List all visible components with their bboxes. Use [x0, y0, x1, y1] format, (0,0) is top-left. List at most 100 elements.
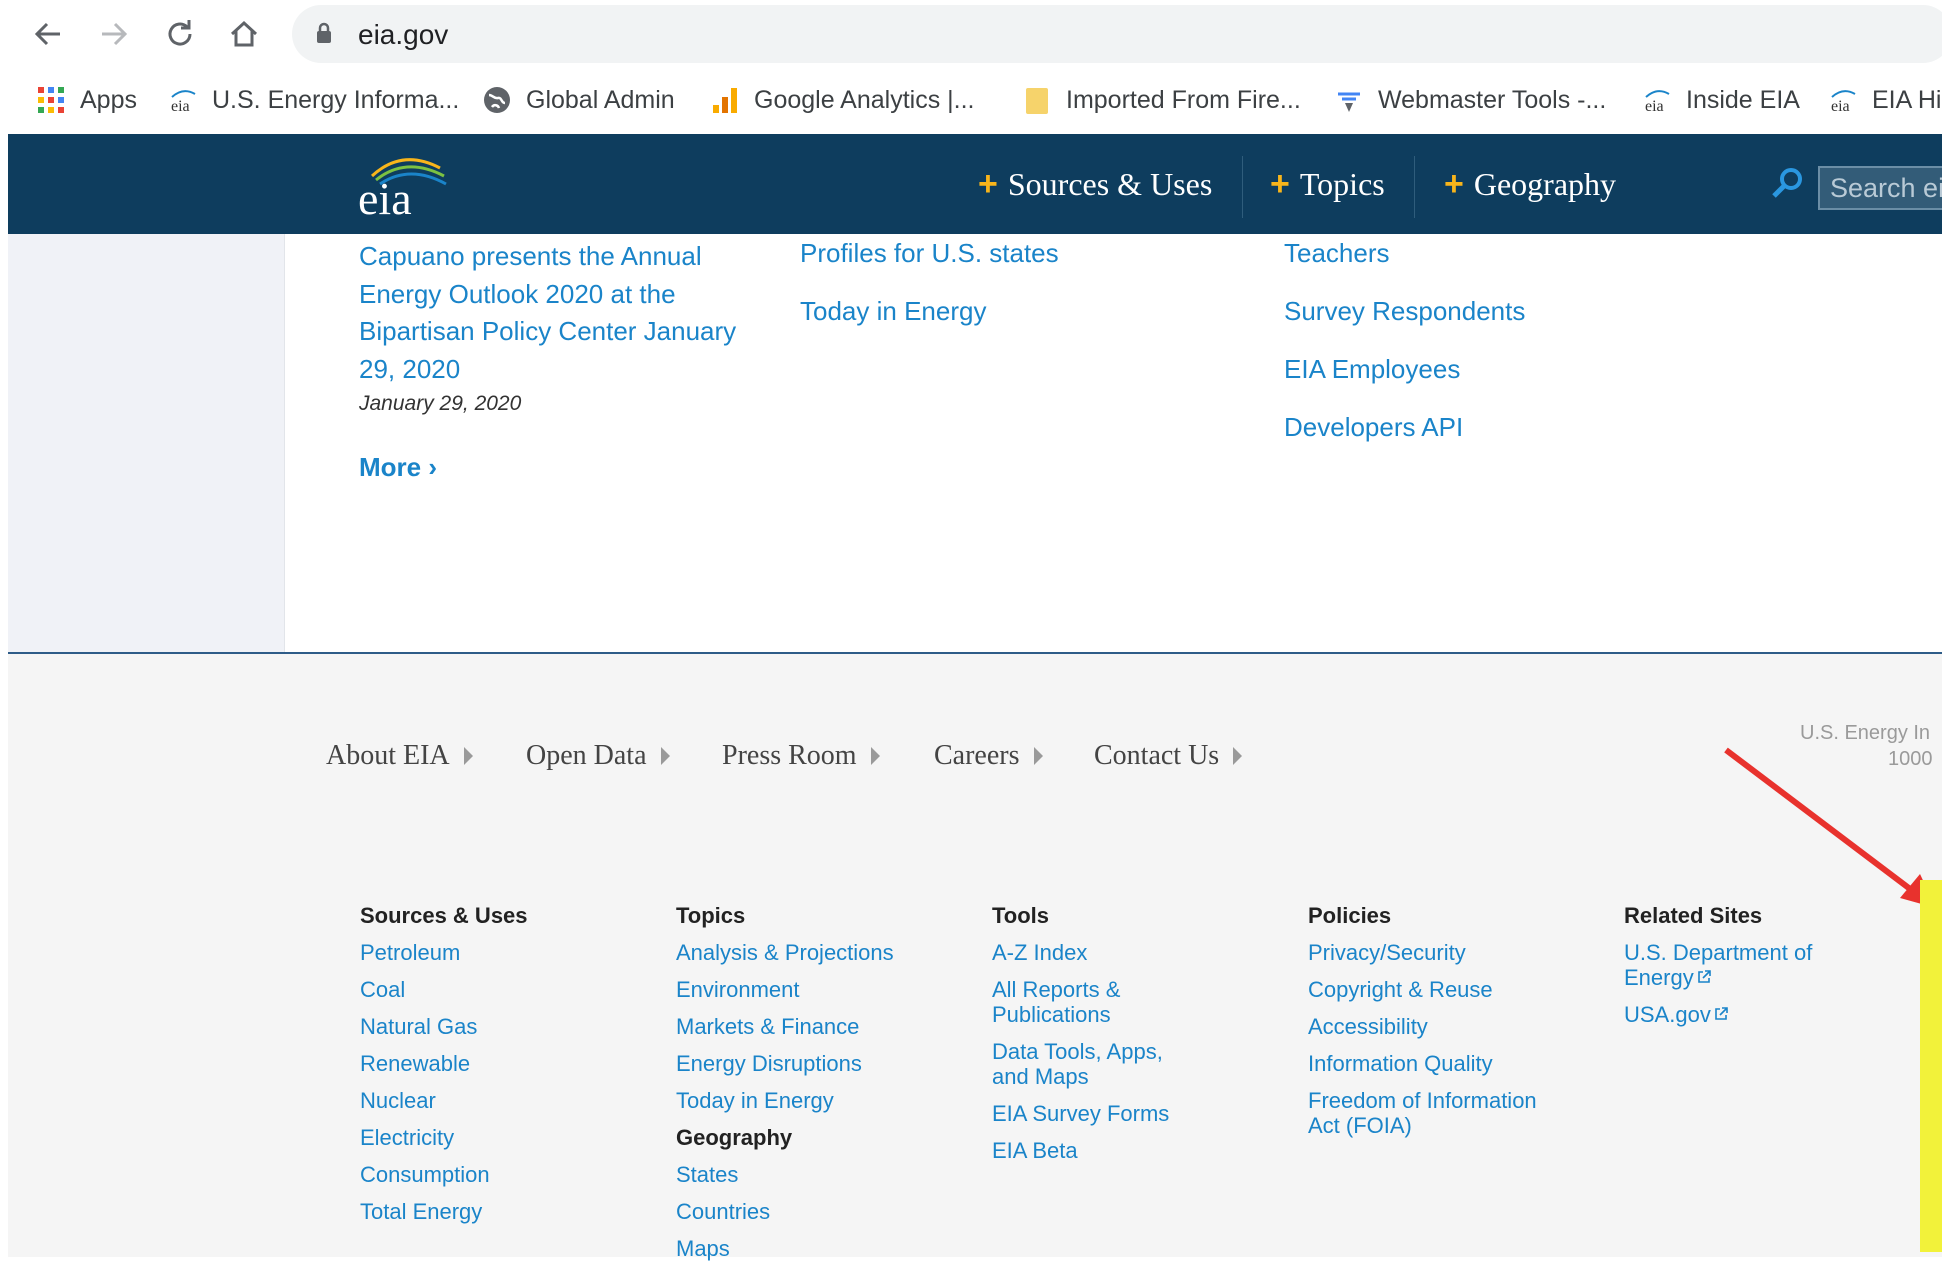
left-sidebar-panel: [8, 234, 285, 652]
eia-logo[interactable]: eia: [354, 146, 454, 222]
nav-label: Sources & Uses: [1007, 165, 1213, 202]
more-link[interactable]: More ›: [359, 452, 437, 483]
footer-link-states[interactable]: States: [676, 1162, 738, 1187]
footer-link-survey-forms[interactable]: EIA Survey Forms: [992, 1101, 1169, 1126]
footer-nav-open-data[interactable]: Open Data: [526, 740, 670, 772]
footer-link-consumption[interactable]: Consumption: [360, 1162, 490, 1187]
search-icon[interactable]: [1770, 166, 1804, 200]
bookmark-label: Apps: [80, 85, 137, 114]
footer-nav-label: Press Room: [722, 740, 857, 771]
footer-link-all-reports[interactable]: All Reports & Publications: [992, 977, 1162, 1027]
bookmark-label: Imported From Fire...: [1066, 85, 1301, 114]
plus-icon: +: [1270, 164, 1290, 203]
footer-link-electricity[interactable]: Electricity: [360, 1125, 454, 1150]
bookmark-label: U.S. Energy Informa...: [212, 85, 460, 114]
footer-link-coal[interactable]: Coal: [360, 977, 405, 1002]
url-text[interactable]: eia.gov: [358, 19, 448, 51]
nav-topics[interactable]: + Topics: [1270, 134, 1385, 234]
bookmarks-bar: Apps eia U.S. Energy Informa... Global A…: [0, 68, 1942, 132]
footer-link-privacy[interactable]: Privacy/Security: [1308, 940, 1466, 965]
home-button[interactable]: [222, 12, 266, 56]
footer-nav-press-room[interactable]: Press Room: [722, 740, 880, 772]
bookmark-google-analytics[interactable]: Google Analytics |...: [710, 82, 975, 118]
footer-link-label: USA.gov: [1624, 1002, 1711, 1027]
eia-favicon-icon: eia: [1642, 85, 1672, 115]
footer-link-info-quality[interactable]: Information Quality: [1308, 1051, 1493, 1076]
globe-icon: [482, 85, 512, 115]
link-today-in-energy[interactable]: Today in Energy: [800, 296, 986, 327]
footer-link-renewable[interactable]: Renewable: [360, 1051, 470, 1076]
reload-icon: [168, 20, 192, 46]
footer-link-az-index[interactable]: A-Z Index: [992, 940, 1087, 965]
footer-link-usagov[interactable]: USA.gov: [1624, 1002, 1728, 1027]
eia-favicon-icon: eia: [1828, 85, 1858, 115]
bookmark-label: Inside EIA: [1686, 85, 1800, 114]
link-eia-employees[interactable]: EIA Employees: [1284, 354, 1460, 385]
nav-label: Topics: [1299, 165, 1385, 202]
bookmark-eia-hi[interactable]: eia EIA Hi: [1828, 82, 1941, 118]
footer-nav-label: About EIA: [326, 740, 450, 771]
link-survey-respondents[interactable]: Survey Respondents: [1284, 296, 1525, 327]
footer-link-foia[interactable]: Freedom of Information Act (FOIA): [1308, 1088, 1558, 1138]
triangle-right-icon: [1033, 747, 1043, 765]
plus-icon: +: [978, 164, 998, 203]
footer-link-petroleum[interactable]: Petroleum: [360, 940, 460, 965]
footer-link-today-in-energy[interactable]: Today in Energy: [676, 1088, 834, 1113]
annotation-arrow-icon: [1724, 747, 1936, 908]
footer-link-natural-gas[interactable]: Natural Gas: [360, 1014, 477, 1039]
plus-icon: +: [1444, 164, 1464, 203]
address-bar[interactable]: eia.gov: [292, 5, 1942, 63]
footer-heading-policies: Policies: [1308, 903, 1392, 928]
footer-nav-contact[interactable]: Contact Us: [1094, 740, 1243, 772]
analytics-icon: [710, 85, 740, 115]
footer-link-doe[interactable]: U.S. Department of Energy: [1624, 940, 1844, 990]
bookmark-apps[interactable]: Apps: [36, 82, 137, 118]
footer-link-label: U.S. Department of Energy: [1624, 940, 1813, 990]
forward-button[interactable]: [92, 12, 136, 56]
footer-nav-about[interactable]: About EIA: [326, 740, 473, 772]
link-developers-api[interactable]: Developers API: [1284, 412, 1463, 443]
external-link-icon: [1697, 970, 1711, 983]
bookmark-label: Webmaster Tools -...: [1378, 85, 1607, 114]
footer-nav-careers[interactable]: Careers: [934, 740, 1043, 772]
footer-link-countries[interactable]: Countries: [676, 1199, 770, 1224]
bookmark-us-energy[interactable]: eia U.S. Energy Informa...: [168, 82, 459, 118]
search-input[interactable]: Search eia: [1818, 166, 1942, 210]
nav-sources-uses[interactable]: + Sources & Uses: [978, 134, 1212, 234]
footer-link-eia-beta[interactable]: EIA Beta: [992, 1138, 1078, 1163]
news-headline-link[interactable]: Capuano presents the Annual Energy Outlo…: [359, 238, 754, 388]
folder-icon: [1022, 85, 1052, 115]
nav-geography[interactable]: + Geography: [1444, 134, 1616, 234]
bookmark-label: Google Analytics |...: [754, 85, 975, 114]
footer-link-total-energy[interactable]: Total Energy: [360, 1199, 482, 1224]
footer-link-copyright[interactable]: Copyright & Reuse: [1308, 977, 1493, 1002]
bookmark-global-admin[interactable]: Global Admin: [482, 82, 675, 118]
svg-text:eia: eia: [1645, 98, 1664, 115]
footer-link-maps[interactable]: Maps: [676, 1236, 730, 1261]
svg-text:eia: eia: [1831, 98, 1850, 115]
footer-link-analysis[interactable]: Analysis & Projections: [676, 940, 894, 965]
news-date: January 29, 2020: [359, 392, 522, 415]
reload-button[interactable]: [158, 12, 202, 56]
footer-link-nuclear[interactable]: Nuclear: [360, 1088, 436, 1113]
triangle-right-icon: [870, 747, 880, 765]
footer-link-accessibility[interactable]: Accessibility: [1308, 1014, 1428, 1039]
bookmark-imported[interactable]: Imported From Fire...: [1022, 82, 1301, 118]
lock-icon: [317, 22, 331, 43]
footer-link-environment[interactable]: Environment: [676, 977, 800, 1002]
footer-nav-label: Careers: [934, 740, 1020, 771]
logo-text: eia: [358, 173, 412, 222]
bookmark-inside-eia[interactable]: eia Inside EIA: [1642, 82, 1800, 118]
link-teachers[interactable]: Teachers: [1284, 238, 1390, 269]
back-button[interactable]: [26, 12, 70, 56]
footer-link-data-tools[interactable]: Data Tools, Apps, and Maps: [992, 1039, 1192, 1089]
bookmark-webmaster[interactable]: Webmaster Tools -...: [1334, 82, 1606, 118]
link-profiles-states[interactable]: Profiles for U.S. states: [800, 238, 1059, 269]
footer-link-disruptions[interactable]: Energy Disruptions: [676, 1051, 862, 1076]
bookmark-label: Global Admin: [526, 85, 675, 114]
arrow-left-icon: [34, 22, 60, 46]
footer-link-markets[interactable]: Markets & Finance: [676, 1014, 859, 1039]
footer-heading-sources: Sources & Uses: [360, 903, 528, 928]
triangle-right-icon: [463, 747, 473, 765]
footer-subheading-geography: Geography: [676, 1125, 793, 1150]
